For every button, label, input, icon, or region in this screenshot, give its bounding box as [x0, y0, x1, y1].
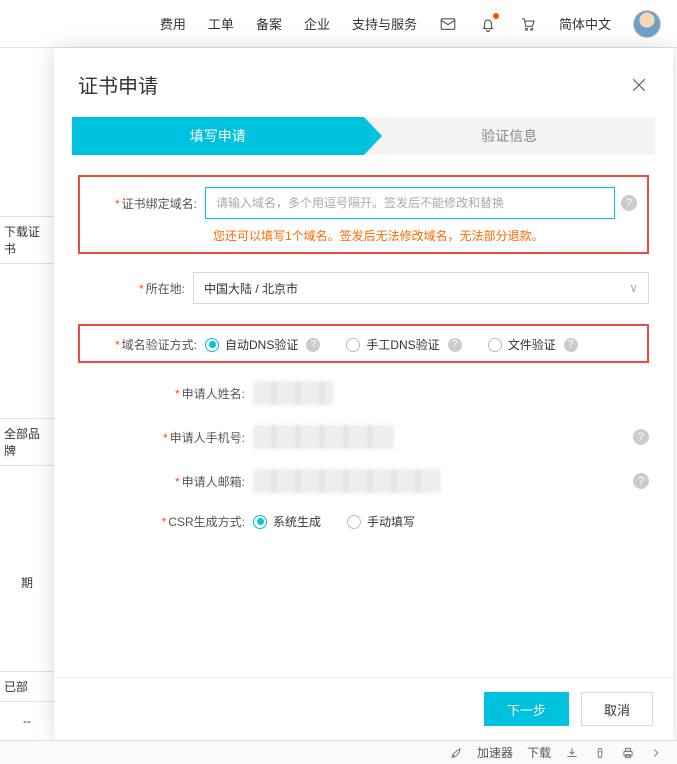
label-applicant-name: *申请人姓名: [78, 385, 253, 402]
radio-file[interactable]: 文件验证 ? [488, 336, 578, 353]
help-icon[interactable]: ? [306, 338, 320, 352]
nav-beian[interactable]: 备案 [256, 14, 282, 33]
chevron-right-icon[interactable] [649, 746, 663, 760]
nav-support[interactable]: 支持与服务 [352, 14, 417, 33]
left-dash: -- [0, 708, 54, 734]
osbar-download[interactable]: 下载 [527, 744, 551, 761]
nav-fee[interactable]: 费用 [160, 14, 186, 33]
top-nav: 费用 工单 备案 企业 支持与服务 简体中文 [0, 0, 677, 48]
region-select[interactable]: 中国大陆 / 北京市 ∨ [193, 272, 649, 304]
radio-auto-dns[interactable]: 自动DNS验证 ? [205, 336, 320, 353]
step-fill[interactable]: 填写申请 [72, 117, 364, 155]
radio-manual-dns[interactable]: 手工DNS验证 ? [346, 336, 461, 353]
verify-method-group: 自动DNS验证 ? 手工DNS验证 ? 文件验证 ? [205, 336, 578, 353]
domain-input[interactable] [205, 187, 615, 219]
radio-icon [347, 515, 361, 529]
help-icon[interactable]: ? [633, 473, 649, 489]
download-tray-icon[interactable] [565, 746, 579, 760]
chevron-down-icon: ∨ [629, 281, 638, 295]
next-button[interactable]: 下一步 [484, 692, 569, 726]
scroll-icon[interactable] [593, 746, 607, 760]
applicant-email-value [253, 469, 440, 493]
radio-icon [488, 338, 502, 352]
applicant-phone-value [253, 425, 393, 449]
left-period: 期 [0, 568, 54, 597]
mail-icon[interactable] [439, 15, 457, 33]
label-applicant-phone: *申请人手机号: [78, 429, 253, 446]
certificate-request-modal: 证书申请 填写申请 验证信息 *证书绑定域名: ? 您还可以填写1个域名。签发后… [54, 48, 673, 740]
osbar-accel[interactable]: 加速器 [477, 744, 513, 761]
label-csr: *CSR生成方式: [78, 513, 253, 530]
label-verify-method: *域名验证方式: [90, 336, 205, 353]
highlight-verify-section: *域名验证方式: 自动DNS验证 ? 手工DNS验证 ? [78, 324, 649, 363]
modal-header: 证书申请 [54, 48, 673, 117]
applicant-name-value [253, 381, 333, 405]
bell-icon[interactable] [479, 15, 497, 33]
radio-csr-system[interactable]: 系统生成 [253, 513, 321, 530]
steps: 填写申请 验证信息 [72, 117, 655, 155]
domain-warning-text: 您还可以填写1个域名。签发后无法修改域名，无法部分退款。 [213, 227, 637, 244]
csr-group: 系统生成 手动填写 [253, 513, 415, 530]
nav-enterprise[interactable]: 企业 [304, 14, 330, 33]
modal-title: 证书申请 [78, 70, 158, 99]
left-all-brand[interactable]: 全部品牌 [0, 418, 54, 466]
radio-icon [346, 338, 360, 352]
radio-icon [205, 338, 219, 352]
left-download-cert[interactable]: 下载证书 [0, 216, 54, 264]
nav-ticket[interactable]: 工单 [208, 14, 234, 33]
help-icon[interactable]: ? [448, 338, 462, 352]
help-icon[interactable]: ? [564, 338, 578, 352]
help-icon[interactable]: ? [633, 429, 649, 445]
label-region: *所在地: [78, 280, 193, 297]
left-strip: 下载证书 全部品牌 期 已部 -- [0, 48, 54, 764]
highlight-domain-section: *证书绑定域名: ? 您还可以填写1个域名。签发后无法修改域名，无法部分退款。 [78, 175, 649, 254]
nav-lang[interactable]: 简体中文 [559, 14, 611, 33]
form: *证书绑定域名: ? 您还可以填写1个域名。签发后无法修改域名，无法部分退款。 … [54, 175, 673, 677]
close-icon[interactable] [629, 75, 649, 95]
radio-icon [253, 515, 267, 529]
printer-icon[interactable] [621, 746, 635, 760]
step-verify[interactable]: 验证信息 [364, 117, 656, 155]
label-applicant-email: *申请人邮箱: [78, 473, 253, 490]
rocket-icon[interactable] [449, 746, 463, 760]
cancel-button[interactable]: 取消 [581, 692, 653, 726]
help-icon[interactable]: ? [621, 195, 637, 211]
os-bar: 加速器 下载 [0, 740, 677, 764]
left-deployed: 已部 [0, 671, 54, 702]
cart-icon[interactable] [519, 15, 537, 33]
avatar[interactable] [633, 10, 661, 38]
modal-footer: 下一步 取消 [54, 677, 673, 740]
label-domain: *证书绑定域名: [90, 195, 205, 212]
region-value: 中国大陆 / 北京市 [204, 280, 298, 297]
radio-csr-manual[interactable]: 手动填写 [347, 513, 415, 530]
